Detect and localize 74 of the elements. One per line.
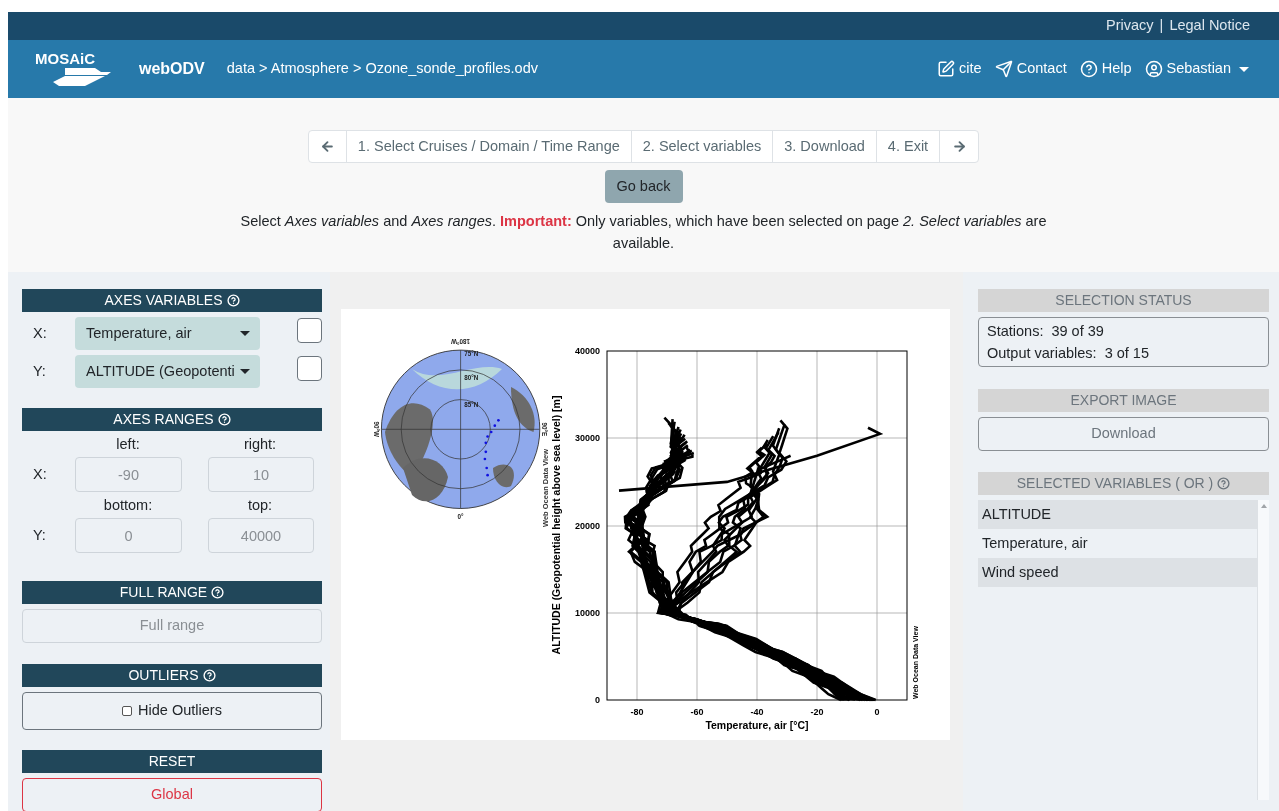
nav-link[interactable]: Contact [994,58,1067,80]
range-max-field[interactable]: 40000 [208,518,314,553]
privacy-link[interactable]: Privacy [1106,15,1154,37]
section-title: OUTLIERS [128,666,199,685]
variable-list-item[interactable]: ALTITUDE [978,500,1257,529]
arrow-right-icon [951,139,967,154]
full-range-button[interactable]: Full range [22,609,322,643]
status-label: Output variables: [987,344,1097,363]
section-title: EXPORT IMAGE [1070,391,1177,410]
variable-dropdown[interactable]: Temperature, air [75,317,260,350]
checkbox[interactable] [122,706,133,716]
axis-label: X: [32,464,48,484]
axis-label: Y: [32,525,47,545]
section-title: AXES VARIABLES [104,291,223,310]
help-icon [1079,60,1098,78]
y-axis-title: ALTITUDE (Geopotential height above sea level) [m] [550,395,562,655]
x-axis-title: Temperature, air [°C] [705,719,809,731]
status-value: 39 of 39 [1051,322,1104,341]
app-name[interactable]: webODV [139,57,205,81]
scrollbar[interactable] [1257,500,1269,800]
nav-link[interactable]: Help [1079,58,1132,80]
x-tick-label: 0 [874,707,880,717]
logo-text: MOSAiC [35,50,95,66]
caret-icon [240,331,250,336]
y-tick-label: 20000 [574,520,600,531]
download-button[interactable]: Download [978,417,1269,451]
separator: | [1159,16,1164,36]
variable-list-item[interactable]: Temperature, air [978,529,1257,558]
user-menu[interactable]: Sebastian [1144,58,1249,80]
breadcrumb: data > Atmosphere > Ozone_sonde_profiles.odv [226,59,538,79]
go-back-button[interactable]: Go back [604,170,683,203]
range-min-field[interactable]: -90 [75,457,182,492]
checkbox[interactable] [297,355,322,381]
range-max-field[interactable]: 10 [208,457,314,492]
user-icon [1144,60,1163,78]
wizard-step-tab[interactable]: 3. Download [773,131,877,162]
status-label: Stations: [987,322,1044,341]
x-tick-label: -60 [690,707,704,717]
y-tick-label: 0 [595,695,600,705]
status-value: 3 of 15 [1104,344,1149,363]
global-reset-button[interactable]: Global [22,778,322,811]
y-tick-label: 10000 [574,607,600,618]
caret-icon [1239,66,1249,72]
section-title: SELECTION STATUS [1055,291,1192,310]
variable-dropdown[interactable]: ALTITUDE (Geopotenti [75,355,260,388]
edit-icon [937,60,956,78]
mosaic-logo[interactable]: MOSAiC [35,50,129,88]
range-label: left: [115,435,141,455]
axis-label: X: [32,323,48,343]
checkbox[interactable] [297,317,322,343]
range-label: top: [246,496,274,516]
axis-label: Y: [32,361,47,381]
nav-link[interactable]: cite [937,58,982,80]
section-title: FULL RANGE [119,583,208,602]
hide-outliers-toggle[interactable]: Hide Outliers [22,692,322,730]
x-tick-label: -20 [810,707,824,717]
section-title: AXES RANGES [113,410,214,429]
legal-notice-link[interactable]: Legal Notice [1169,15,1250,37]
wizard-step-tab[interactable]: 1. Select Cruises / Domain / Time Range [346,131,632,162]
range-label: bottom: [102,496,154,516]
instructions-text: Select Axes variables and Axes ranges. Important: Only variables, which have been selected on page 2. Select variables are available. [239,212,1048,253]
range-label: right: [242,435,278,455]
wizard-step-tab[interactable]: 2. Select variables [631,131,774,162]
caret-icon [240,369,250,374]
x-tick-label: -80 [630,707,644,717]
section-title: RESET [148,752,196,771]
section-title: SELECTED VARIABLES ( OR ) [1016,474,1214,493]
y-tick-label: 30000 [574,433,600,444]
y-tick-label: 40000 [574,346,600,356]
variable-list-item[interactable]: Wind speed [978,558,1257,587]
wizard-step-tab[interactable]: 4. Exit [876,131,941,162]
paper-plane-icon [994,60,1013,78]
range-min-field[interactable]: 0 [75,518,182,553]
x-tick-label: -40 [750,707,764,717]
